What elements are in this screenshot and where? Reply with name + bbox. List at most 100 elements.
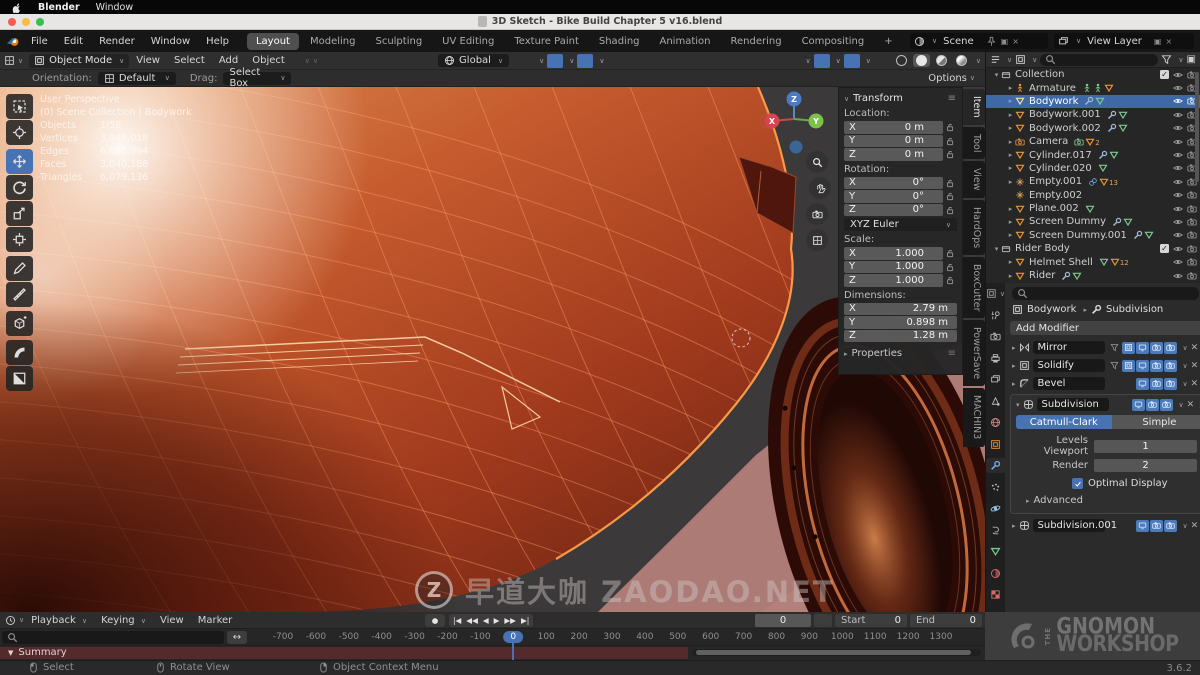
outliner-filter-icon[interactable] [990, 54, 1001, 65]
lock-icon[interactable] [943, 122, 957, 132]
proportional-editing-icon[interactable] [607, 54, 623, 68]
disclosure-icon[interactable]: ▸ [1006, 84, 1015, 92]
new-scene-icon[interactable]: ▣ [1001, 37, 1009, 46]
eye-visibility-icon[interactable] [1173, 271, 1183, 281]
modifier-name-field[interactable]: Bevel [1033, 377, 1105, 390]
properties-tab-material[interactable] [986, 566, 1005, 581]
field-x[interactable]: X0° [844, 177, 943, 190]
playhead[interactable]: 0 [503, 631, 523, 643]
modifier-display-toggle[interactable] [1150, 378, 1163, 390]
eye-visibility-icon[interactable] [1173, 190, 1183, 200]
disclosure-icon[interactable]: ▸ [1006, 151, 1015, 159]
topbar-menu-help[interactable]: Help [198, 33, 237, 50]
properties-tab-tool[interactable] [986, 308, 1005, 323]
modifier-display-toggle[interactable] [1132, 399, 1145, 411]
viewport-3d[interactable]: User Perspective(0) Scene Collection | B… [0, 87, 985, 612]
field-x[interactable]: X0 m [844, 121, 943, 134]
remove-layer-icon[interactable]: × [1165, 37, 1172, 46]
orientation-setting-dropdown[interactable]: Default∨ [98, 72, 176, 85]
field-y[interactable]: Y0° [844, 190, 943, 203]
modifier-remove-icon[interactable]: ✕ [1191, 361, 1199, 371]
timeline-scrollbar[interactable] [692, 649, 981, 656]
transport-prev-keyframe[interactable]: ◀◀ [466, 616, 478, 625]
timeline-editor-icon[interactable] [5, 615, 16, 626]
field-z[interactable]: Z0 m [844, 148, 943, 161]
tool-rotate[interactable] [6, 175, 33, 200]
disclosure-icon[interactable]: ▸ [1006, 97, 1015, 105]
lock-icon[interactable] [943, 136, 957, 146]
disclosure-icon[interactable]: ▸ [1006, 205, 1015, 213]
navigation-gizmo[interactable]: Z X Y [758, 89, 830, 158]
outliner-search-input[interactable] [1040, 54, 1158, 66]
outliner-row-plane-002[interactable]: ▸Plane.002 [986, 202, 1200, 215]
properties-tab-texture[interactable] [986, 587, 1005, 602]
tab-rendering[interactable]: Rendering [721, 33, 790, 50]
zoom-window-button[interactable] [36, 18, 44, 26]
modifier-row-subdivision-001[interactable]: ▸Subdivision.001∨✕ [1010, 518, 1200, 533]
properties-editor-icon[interactable]: ∨ [986, 286, 1005, 301]
outliner-row-bodywork[interactable]: ▸Bodywork [986, 95, 1200, 108]
overlays-icon[interactable] [844, 54, 860, 68]
pin-icon[interactable] [986, 36, 997, 47]
npanel-tab-boxcutter[interactable]: BoxCutter [963, 257, 985, 319]
modifier-remove-icon[interactable]: ✕ [1191, 379, 1199, 389]
falloff-curve-icon[interactable] [626, 54, 642, 68]
modifier-display-toggle[interactable] [1136, 342, 1149, 354]
npanel-tab-tool[interactable]: Tool [963, 127, 985, 159]
render-visibility-icon[interactable] [1187, 204, 1197, 214]
disclosure-icon[interactable]: ▸ [1006, 218, 1015, 226]
modifier-display-toggle[interactable] [1150, 342, 1163, 354]
properties-subpanel[interactable]: ▸ Properties ≡ [844, 348, 957, 359]
outliner-row-rider-body[interactable]: ▾Rider Body✓ [986, 242, 1200, 255]
lock-icon[interactable] [943, 149, 957, 159]
eye-visibility-icon[interactable] [1173, 230, 1183, 240]
lock-icon[interactable] [943, 248, 957, 258]
shading-material[interactable] [933, 54, 950, 67]
modifier-display-toggle[interactable] [1164, 378, 1177, 390]
outliner-row-collection[interactable]: ▾Collection✓ [986, 68, 1200, 81]
eye-visibility-icon[interactable] [1173, 123, 1183, 133]
pivot-point-icon[interactable] [517, 54, 533, 68]
tab-shading[interactable]: Shading [590, 33, 649, 50]
tool-transform[interactable] [6, 227, 33, 252]
snap-magnet-icon[interactable] [547, 54, 563, 68]
summary-channel[interactable]: ▼Summary [0, 647, 688, 659]
subdivision-type-segmented[interactable]: Catmull-ClarkSimple [1016, 415, 1200, 429]
disclosure-icon[interactable]: ▾ [992, 245, 1001, 253]
modifier-display-toggle[interactable] [1150, 360, 1163, 372]
topbar-menu-window[interactable]: Window [143, 33, 198, 50]
eye-visibility-icon[interactable] [1173, 177, 1183, 187]
npanel-tab-machin3[interactable]: MACHIN3 [963, 388, 985, 446]
tab-+[interactable]: + [875, 33, 901, 50]
new-layer-icon[interactable]: ▣ [1154, 37, 1162, 46]
modifier-display-toggle[interactable] [1164, 360, 1177, 372]
render-visibility-icon[interactable] [1187, 257, 1197, 267]
optimal-display-checkbox[interactable]: Optimal Display• [1072, 478, 1200, 489]
lock-icon[interactable] [943, 275, 957, 285]
outliner-row-empty-001[interactable]: ▸Empty.00113 [986, 175, 1200, 188]
lock-icon[interactable] [943, 205, 957, 215]
disclosure-icon[interactable]: ▸ [1006, 164, 1015, 172]
viewport-menu-view[interactable]: View [129, 53, 167, 68]
advanced-subpanel[interactable]: ▸Advanced [1026, 495, 1200, 506]
viewport-menu-select[interactable]: Select [167, 53, 212, 68]
outliner-display-mode-icon[interactable] [1015, 54, 1026, 65]
disclosure-icon[interactable]: ▸ [1006, 124, 1015, 132]
shading-solid[interactable] [913, 54, 930, 67]
tool-scale[interactable] [6, 201, 33, 226]
eye-visibility-icon[interactable] [1173, 163, 1183, 173]
options-dropdown[interactable]: Options∨ [928, 73, 975, 84]
field-y[interactable]: Y0.898 m [844, 316, 957, 329]
modifier-remove-icon[interactable]: ✕ [1187, 400, 1195, 410]
field-x[interactable]: X2.79 m [844, 303, 957, 316]
eye-visibility-icon[interactable] [1173, 257, 1183, 267]
outliner-scrollbar[interactable] [1195, 72, 1199, 182]
breadcrumb-object[interactable]: Bodywork [1027, 304, 1076, 315]
transport-play[interactable]: ▶ [494, 616, 500, 625]
outliner-row-empty-002[interactable]: Empty.002 [986, 189, 1200, 202]
macos-menu-window[interactable]: Window [96, 2, 133, 13]
disclosure-icon[interactable]: ▸ [1006, 111, 1015, 119]
modifier-display-toggle[interactable] [1164, 342, 1177, 354]
transform-orientation[interactable]: Global∨ [438, 54, 509, 67]
modifier-row-mirror[interactable]: ▸Mirror∨✕ [1010, 340, 1200, 355]
